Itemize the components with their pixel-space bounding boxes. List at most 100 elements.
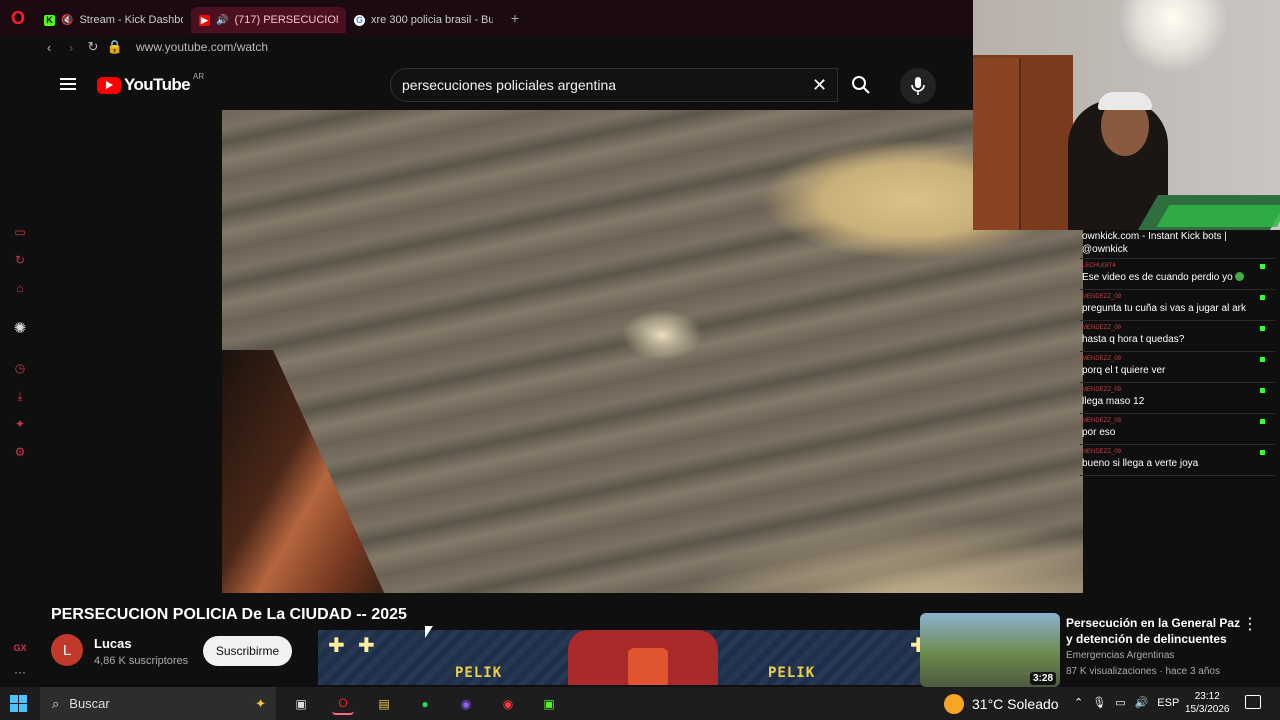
tab-label: (717) PERSECUCION P	[234, 14, 338, 26]
webcam-cabinet-door	[973, 58, 1021, 230]
muted-speaker-icon[interactable]: 🔇	[61, 15, 73, 26]
network-icon[interactable]: ▭	[1115, 696, 1125, 709]
chat-username: MENDEZZ_09	[1082, 356, 1122, 362]
clock-date: 15/3/2026	[1185, 704, 1230, 715]
voice-search-button[interactable]	[900, 68, 936, 104]
recommended-channel[interactable]: Emergencias Argentinas	[1066, 650, 1174, 661]
taskbar-search[interactable]: ⌕ Buscar ✦	[40, 687, 276, 720]
tab-youtube[interactable]: ▶ 🔊 (717) PERSECUCION P	[191, 7, 346, 33]
chevron-up-icon[interactable]: ⌃	[1074, 696, 1083, 709]
mouse-cursor-icon	[425, 626, 433, 638]
platform-badge-icon	[1260, 419, 1265, 424]
search-button[interactable]	[840, 68, 882, 102]
menu-icon[interactable]	[60, 78, 76, 90]
file-explorer-icon[interactable]: ▤	[373, 693, 395, 715]
game-controller-icon[interactable]: ▭	[12, 224, 28, 240]
more-options-icon[interactable]: ···	[12, 664, 28, 680]
opera-logo-icon[interactable]: O	[0, 0, 36, 36]
tab-google-search[interactable]: G xre 300 policia brasil - Bus	[346, 7, 501, 33]
speaker-icon[interactable]: 🔊	[216, 15, 228, 26]
language-indicator[interactable]: ESP	[1157, 697, 1179, 709]
system-tray: ⌃ 🎙 ▭ 🔊 ESP	[1074, 696, 1179, 710]
chat-username: MENDEZZ_09	[1082, 418, 1122, 424]
chat-text: Ese video es de cuando perdio yo	[1082, 272, 1233, 283]
settings-gear-icon[interactable]: ⚙	[12, 444, 28, 460]
chat-icon[interactable]: ⌂	[12, 280, 28, 296]
platform-badge-icon	[1260, 264, 1265, 269]
chat-username: MENDEZZ_09	[1082, 294, 1122, 300]
overlay-logo-icon	[628, 648, 668, 685]
new-tab-button[interactable]: +	[505, 8, 525, 28]
sparkle-icon: ✚	[358, 635, 375, 657]
chat-text: hasta q hora t quedas?	[1082, 334, 1185, 345]
download-icon[interactable]: ⤓	[12, 388, 28, 404]
windows-start-icon[interactable]	[10, 695, 27, 712]
back-icon[interactable]: ‹	[38, 40, 60, 55]
refresh-icon[interactable]: ↻	[12, 252, 28, 268]
app-icon[interactable]: ◉	[455, 693, 477, 715]
chat-message: MENDEZZ_09 llega maso 12	[1080, 383, 1275, 414]
forward-icon[interactable]: ›	[60, 40, 82, 55]
tab-label: xre 300 policia brasil - Bus	[371, 14, 493, 26]
app-icon[interactable]: ◉	[497, 693, 519, 715]
clock-time: 23:12	[1194, 691, 1220, 702]
youtube-icon: ▶	[199, 14, 210, 26]
notification-icon[interactable]	[1245, 695, 1261, 709]
chat-text: por eso	[1082, 427, 1116, 438]
search-query: persecuciones policiales argentina	[402, 77, 617, 93]
spotify-icon[interactable]: ●	[414, 693, 436, 715]
subscriber-count: 4,86 K suscriptores	[94, 655, 189, 667]
platform-badge-icon	[1260, 295, 1265, 300]
microphone-icon[interactable]: 🎙	[1092, 696, 1106, 709]
webcam-headset	[1098, 92, 1152, 110]
lock-icon[interactable]: 🔒	[104, 39, 126, 55]
taskbar-clock[interactable]: 23:12 15/3/2026	[1185, 690, 1230, 716]
youtube-play-icon	[97, 76, 121, 94]
url-field[interactable]: www.youtube.com/watch	[136, 40, 268, 54]
platform-badge-icon	[1260, 326, 1265, 331]
search-icon	[852, 76, 870, 94]
volume-icon[interactable]: 🔊	[1135, 696, 1149, 709]
chat-username: MENDEZZ_09	[1082, 449, 1122, 455]
video-frame-detail	[222, 350, 392, 593]
recommended-thumbnail[interactable]: 3:28	[920, 613, 1060, 687]
google-icon: G	[354, 14, 365, 26]
channel-name[interactable]: Lucas	[94, 636, 132, 651]
opera-gx-taskbar-icon[interactable]: O	[332, 693, 354, 715]
emote-icon	[1234, 272, 1244, 281]
recommended-title[interactable]: Persecución en la General Paz y detenció…	[1066, 615, 1241, 647]
country-code: AR	[193, 71, 205, 81]
chat-username: MENDEZZ_09	[1082, 325, 1122, 331]
weather-widget[interactable]: 31°C Soleado	[944, 694, 1059, 714]
subscribe-button[interactable]: Suscribirme	[203, 636, 292, 666]
tab-kick-dashboard[interactable]: K 🔇 Stream - Kick Dashboa	[36, 7, 191, 33]
extensions-icon[interactable]: ✦	[12, 416, 28, 432]
chat-text: llega maso 12	[1082, 396, 1145, 407]
kick-icon: K	[44, 14, 55, 26]
opera-sidebar: ▭ ↻ ⌂ ✺ ◷ ⤓ ✦ ⚙ GX ···	[0, 58, 40, 685]
channel-avatar[interactable]: L	[51, 634, 83, 666]
webcam-keyboard	[1156, 205, 1280, 227]
chat-username: MENDEZZ_09	[1082, 387, 1122, 393]
chat-message: MENDEZZ_09 bueno si llega a verte joya	[1080, 445, 1275, 476]
ai-assistant-icon[interactable]: ✺	[12, 320, 28, 337]
weather-text: 31°C Soleado	[972, 696, 1059, 712]
more-vert-icon[interactable]: ⋮	[1242, 614, 1258, 634]
clear-search-icon[interactable]: ✕	[812, 75, 827, 96]
chat-message: LECHUGIT4 Ese video es de cuando perdio …	[1080, 259, 1275, 290]
chat-username: LECHUGIT4	[1082, 263, 1116, 269]
gx-icon[interactable]: GX	[12, 640, 28, 656]
task-view-icon[interactable]: ▣	[290, 693, 312, 715]
chat-text: pregunta tu cuña si vas a jugar al ark	[1082, 303, 1246, 314]
history-icon[interactable]: ◷	[12, 360, 28, 376]
kick-app-icon[interactable]: ▣	[538, 693, 560, 715]
windows-taskbar: ⌕ Buscar ✦ ▣ O ▤ ● ◉ ◉ ▣ 31°C Soleado ⌃ …	[0, 687, 1280, 720]
reload-icon[interactable]: ↻	[82, 39, 104, 55]
address-bar: ‹ › ↻ 🔒 www.youtube.com/watch	[0, 36, 973, 58]
video-player[interactable]	[222, 110, 1083, 593]
youtube-logo[interactable]: YouTube AR	[97, 71, 205, 95]
search-input[interactable]: persecuciones policiales argentina	[390, 68, 838, 102]
stream-overlay-bar: ✚ ✚ PELIK PELIK ✚ ✚	[318, 630, 962, 685]
overlay-left-text: PELIK	[455, 665, 503, 681]
tab-label: Stream - Kick Dashboa	[79, 14, 183, 26]
